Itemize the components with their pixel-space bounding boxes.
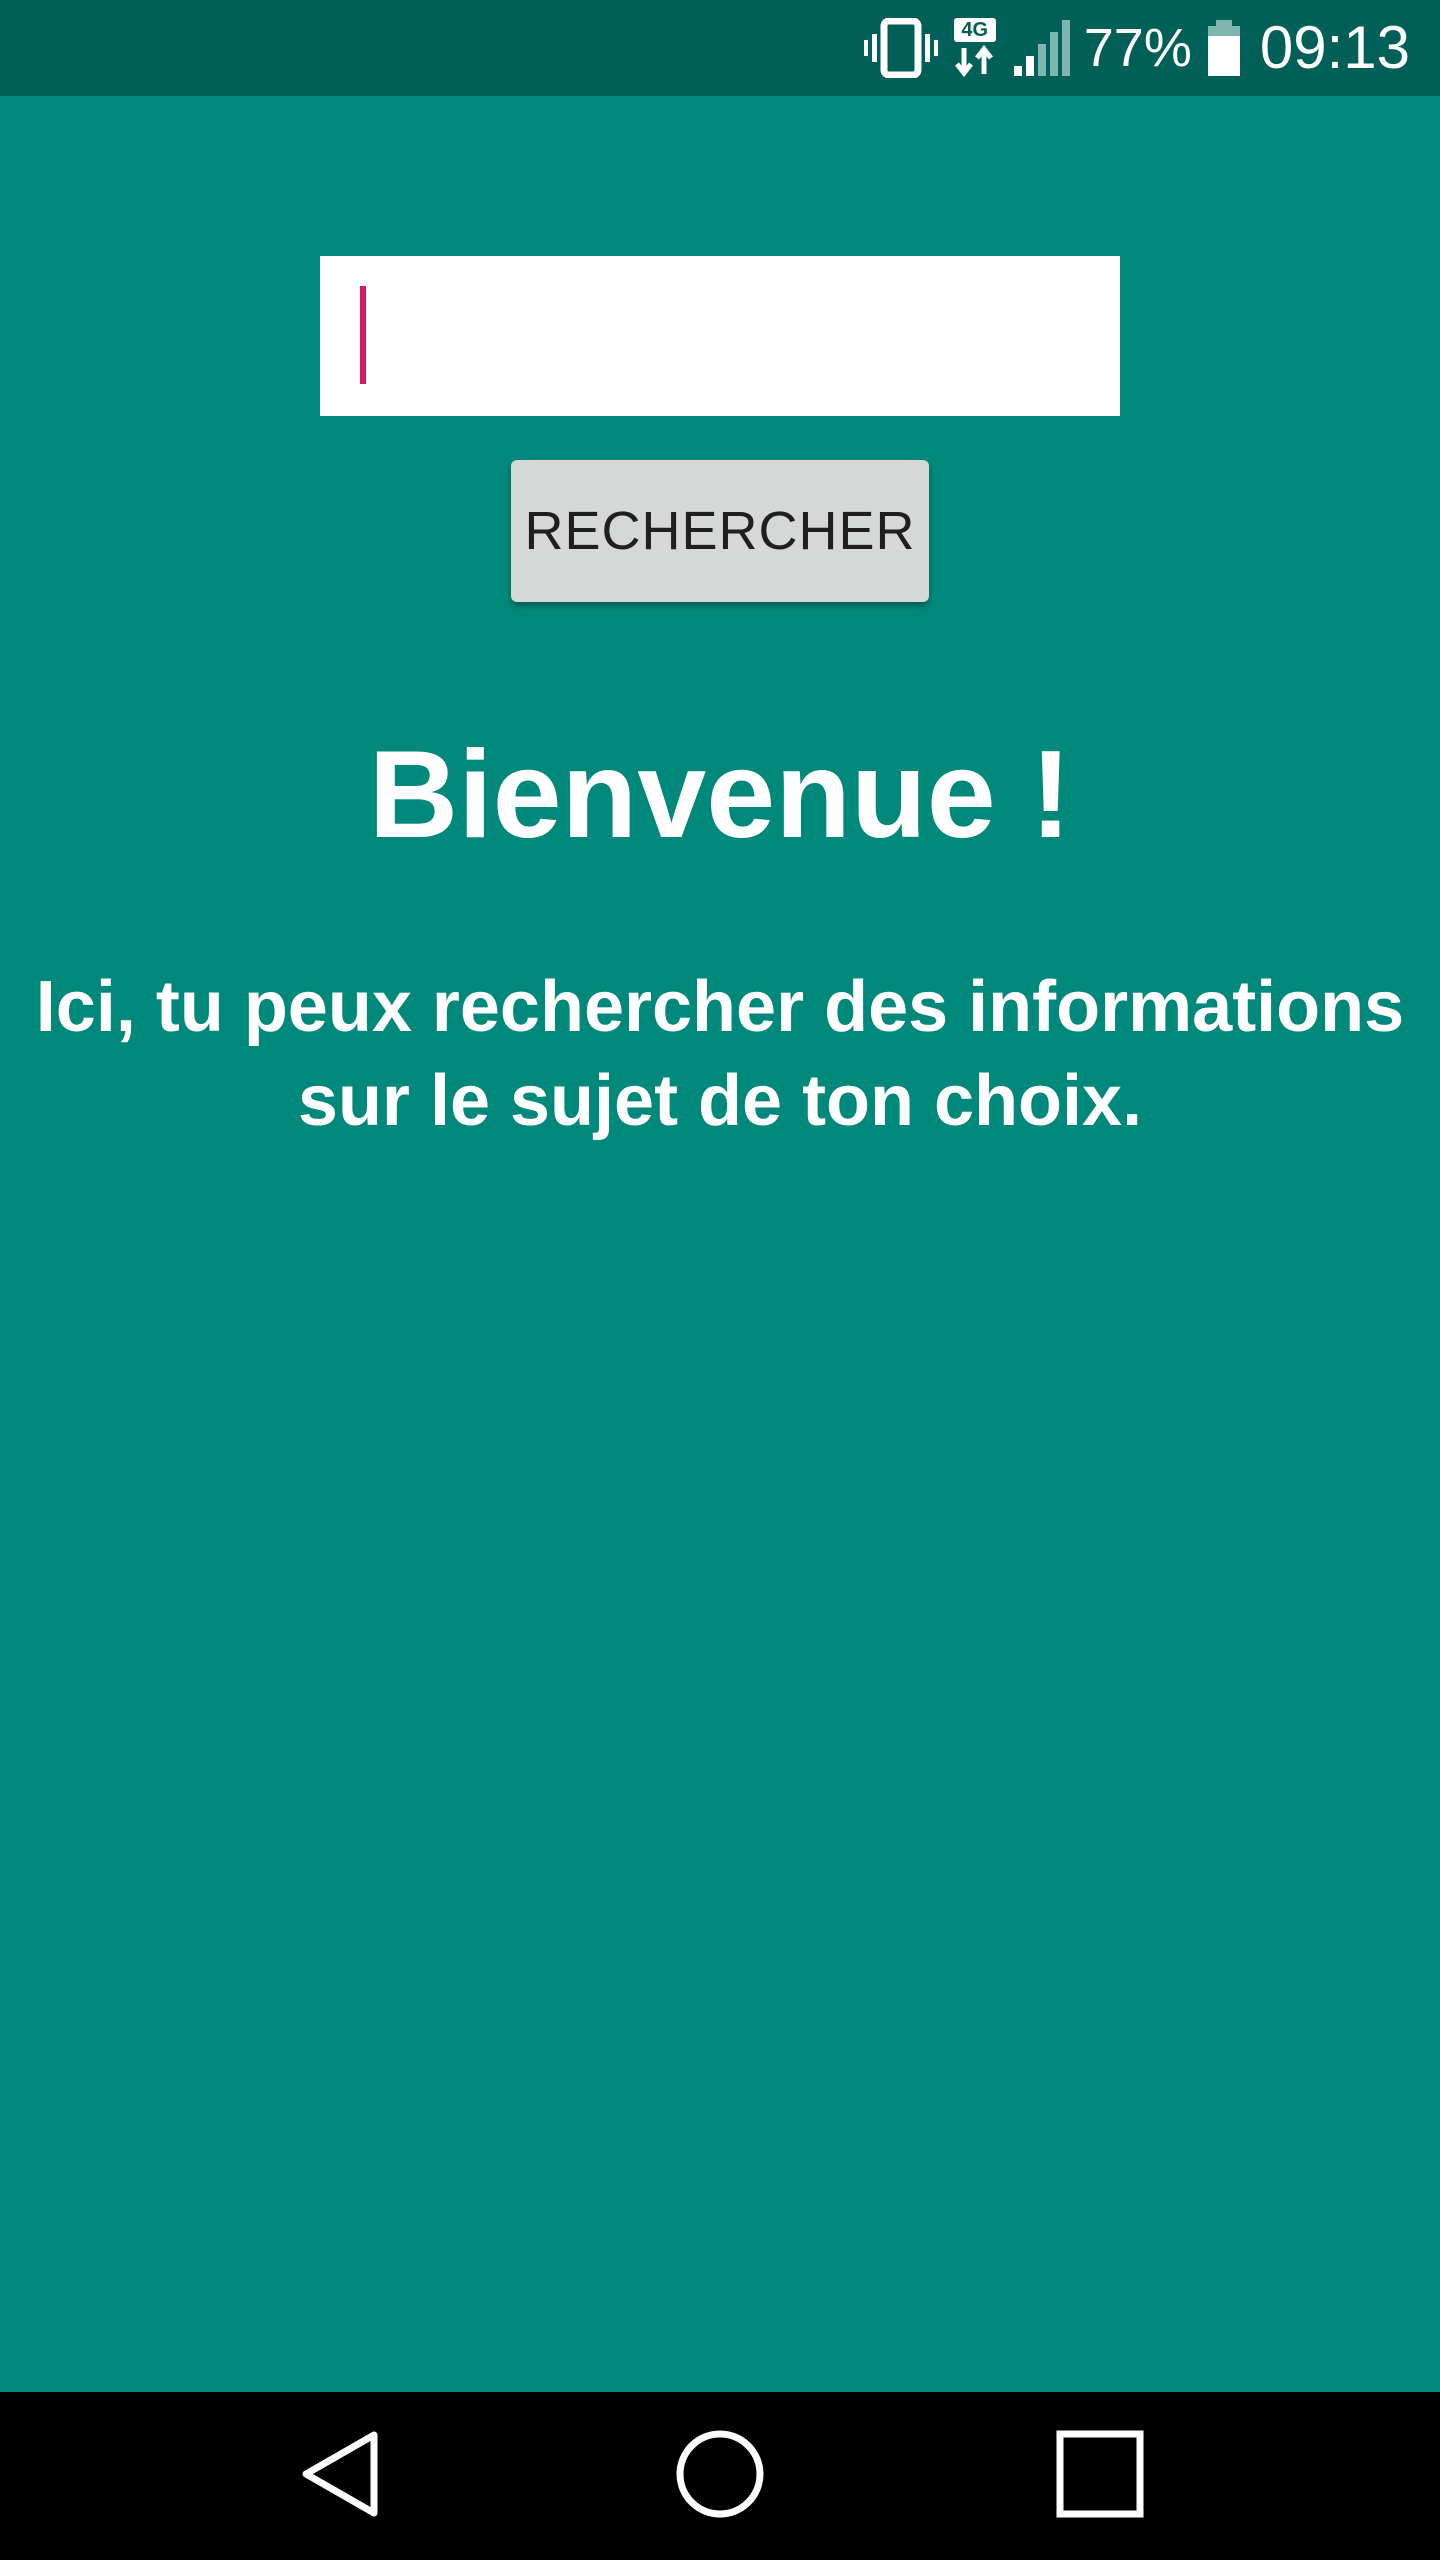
status-icons: 4G 77% 09:13 — [863, 0, 1410, 96]
signal-icon — [1012, 18, 1070, 78]
battery-icon — [1206, 18, 1242, 78]
vibrate-icon — [863, 18, 938, 78]
back-button[interactable] — [240, 2392, 440, 2560]
battery-percent: 77% — [1083, 18, 1192, 78]
text-cursor — [360, 286, 366, 384]
clock: 09:13 — [1259, 14, 1410, 81]
network-type-label: 4G — [961, 19, 989, 41]
navigation-bar — [0, 2392, 1440, 2560]
home-icon — [674, 2428, 766, 2525]
search-field[interactable] — [320, 256, 1120, 416]
status-bar: 4G 77% 09:13 — [0, 0, 1440, 96]
search-button[interactable]: RECHERCHER — [511, 460, 929, 602]
network-4g-icon: 4G — [952, 18, 998, 78]
home-button[interactable] — [620, 2392, 820, 2560]
back-icon — [298, 2429, 382, 2524]
search-input[interactable] — [320, 256, 1120, 416]
recents-button[interactable] — [1000, 2392, 1200, 2560]
welcome-text: Ici, tu peux rechercher des informations… — [35, 967, 1405, 1141]
welcome-title: Bienvenue ! — [368, 726, 1072, 864]
recents-icon — [1056, 2430, 1144, 2523]
